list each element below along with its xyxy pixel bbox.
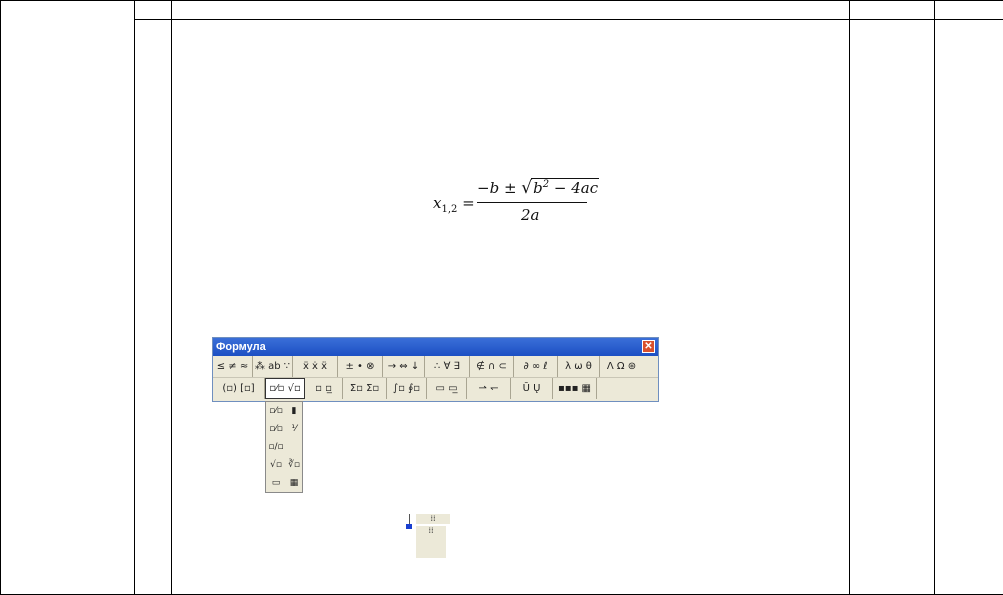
underbar-template-button[interactable]: ▭ ▭̲ [427, 378, 467, 399]
table-col-line-4 [934, 0, 935, 595]
formula-denominator: 2a [521, 206, 540, 224]
palette-item-fraction-small[interactable]: ▮ [286, 403, 302, 419]
labeled-arrow-template-button[interactable]: ⇀ ↽ [467, 378, 511, 399]
greek-lower-group-button[interactable]: λ ω θ [558, 356, 600, 377]
subscript-template-button[interactable]: ▫ ▫̲ [305, 378, 343, 399]
greek-upper-group-button[interactable]: Λ Ω ⊛ [600, 356, 643, 377]
table-col-line-1 [134, 0, 135, 595]
fences-template-button[interactable]: (▫) [▫] [213, 378, 265, 399]
insertion-cursor [406, 524, 412, 529]
palette-item-small-slash-fraction[interactable]: ⅟ [286, 421, 302, 437]
palette-item-inline-fraction[interactable]: ▫/▫ [268, 439, 284, 455]
toolbar-titlebar[interactable]: Формула ✕ [213, 338, 658, 356]
formula-numerator: −b ± √b2 − 4ac [477, 178, 600, 198]
template-slot-bottom[interactable]: ⁞⁞ [416, 526, 446, 558]
logic-group-button[interactable]: ∴ ∀ ∃ [425, 356, 470, 377]
formula-lhs: x1,2 = [433, 194, 475, 215]
table-col-line-2 [171, 0, 172, 595]
fraction-bar [477, 202, 587, 203]
palette-item-nth-root[interactable]: ∛▫ [286, 457, 302, 473]
template-slot-top[interactable]: ⁞⁞ [416, 514, 450, 524]
spaces-group-button[interactable]: ⁂ ab ∵ [253, 356, 293, 377]
embellishments-group-button[interactable]: ẍ ẋ ẍ [293, 356, 338, 377]
close-icon[interactable]: ✕ [642, 340, 655, 353]
palette-item-long-division[interactable]: ▭ [268, 475, 284, 491]
table-col-line-3 [849, 0, 850, 595]
table-border-left [0, 0, 1, 595]
products-template-button[interactable]: Ū Ų [511, 378, 553, 399]
matrix-template-button[interactable]: ▪▪▪ ▦ [553, 378, 597, 399]
toolbar-title: Формула [216, 341, 266, 353]
insertion-line [409, 514, 410, 524]
palette-item-fraction-full[interactable]: ▫⁄▫ [268, 403, 284, 419]
table-row-line [134, 19, 1003, 20]
summation-template-button[interactable]: Σ▫ Σ▫ [343, 378, 387, 399]
formula-toolbar: Формула ✕ ≤ ≠ ≈ ⁂ ab ∵ ẍ ẋ ẍ ± • ⊗ → ⇔ ↓… [212, 337, 659, 402]
fraction-radical-palette: ▫⁄▫ ▮ ▫⁄▫ ⅟ ▫/▫ √▫ ∛▫ ▭ ▦ [265, 401, 303, 493]
relations-group-button[interactable]: ≤ ≠ ≈ [213, 356, 253, 377]
operators-group-button[interactable]: ± • ⊗ [338, 356, 383, 377]
toolbar-row-templates: (▫) [▫] ▫⁄▫ √▫ ▫ ▫̲ Σ▫ Σ▫ ∫▫ ∮▫ ▭ ▭̲ ⇀ ↽… [213, 378, 658, 399]
arrows-group-button[interactable]: → ⇔ ↓ [383, 356, 425, 377]
palette-item-square-root[interactable]: √▫ [268, 457, 284, 473]
palette-item-slash-fraction[interactable]: ▫⁄▫ [268, 421, 284, 437]
toolbar-row-symbols: ≤ ≠ ≈ ⁂ ab ∵ ẍ ẋ ẍ ± • ⊗ → ⇔ ↓ ∴ ∀ ∃ ∉ ∩… [213, 356, 658, 378]
palette-item-division-template[interactable]: ▦ [286, 475, 302, 491]
integral-template-button[interactable]: ∫▫ ∮▫ [387, 378, 427, 399]
misc-group-button[interactable]: ∂ ∞ ℓ [514, 356, 558, 377]
sets-group-button[interactable]: ∉ ∩ ⊂ [470, 356, 514, 377]
fraction-radical-template-button[interactable]: ▫⁄▫ √▫ [265, 378, 305, 399]
table-border-top [0, 0, 1003, 1]
